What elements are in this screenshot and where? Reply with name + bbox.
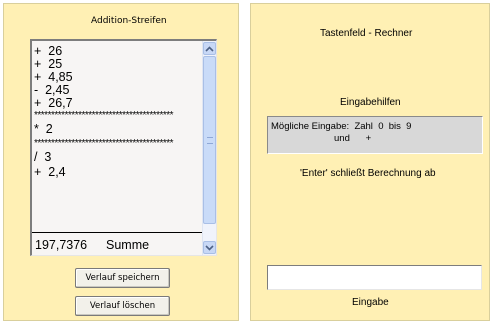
calculation-input-field[interactable] <box>267 265 482 290</box>
hints-line-2: und + <box>334 133 372 144</box>
strip-separator-stars: ****************************************… <box>34 138 174 149</box>
scroll-up-button[interactable] <box>203 42 216 55</box>
strip-line: * 2 <box>34 123 53 136</box>
strip-line: + 2,4 <box>34 166 66 179</box>
strip-scrollbar[interactable] <box>202 41 216 255</box>
calculator-panel-title: Tastenfeld - Rechner <box>320 28 413 39</box>
addition-strip-listbox[interactable]: + 26 + 25 + 4,85 - 2,45 + 26,7 *********… <box>30 39 217 256</box>
strip-panel-title: Addition-Streifen <box>91 16 167 26</box>
scroll-grip-icon <box>207 137 213 144</box>
enter-note: 'Enter' schließt Berechnung ab <box>300 168 436 179</box>
addition-strip-panel: Addition-Streifen + 26 + 25 + 4,85 - 2,4… <box>3 3 239 321</box>
sum-row: 197,7376 Summe <box>35 238 149 252</box>
hints-title: Eingabehilfen <box>340 97 401 108</box>
strip-line: + 26,7 <box>34 97 73 110</box>
strip-lines: + 26 + 25 + 4,85 - 2,45 + 26,7 *********… <box>34 45 202 179</box>
strip-line: + 26 <box>34 45 63 58</box>
sum-separator-line <box>32 232 202 233</box>
keypad-calculator-panel: Tastenfeld - Rechner Eingabehilfen Mögli… <box>250 3 490 321</box>
strip-line: + 4,85 <box>34 71 73 84</box>
scroll-thumb[interactable] <box>203 56 216 224</box>
strip-line: + 25 <box>34 58 63 71</box>
chevron-up-icon <box>205 45 214 52</box>
chevron-down-icon <box>205 244 214 251</box>
strip-separator-stars: ****************************************… <box>34 110 174 121</box>
sum-value: 197,7376 <box>35 238 88 252</box>
hints-line-1: Mögliche Eingabe: Zahl 0 bis 9 <box>271 121 412 132</box>
save-history-button[interactable]: Verlauf speichern <box>75 268 170 288</box>
strip-line: - 2,45 <box>34 84 70 97</box>
input-label: Eingabe <box>352 297 389 308</box>
strip-line: / 3 <box>34 151 52 164</box>
clear-history-button[interactable]: Verlauf löschen <box>75 296 170 316</box>
input-hints-box: Mögliche Eingabe: Zahl 0 bis 9 und + <box>267 116 483 154</box>
sum-label: Summe <box>106 238 150 252</box>
scroll-down-button[interactable] <box>203 241 216 254</box>
